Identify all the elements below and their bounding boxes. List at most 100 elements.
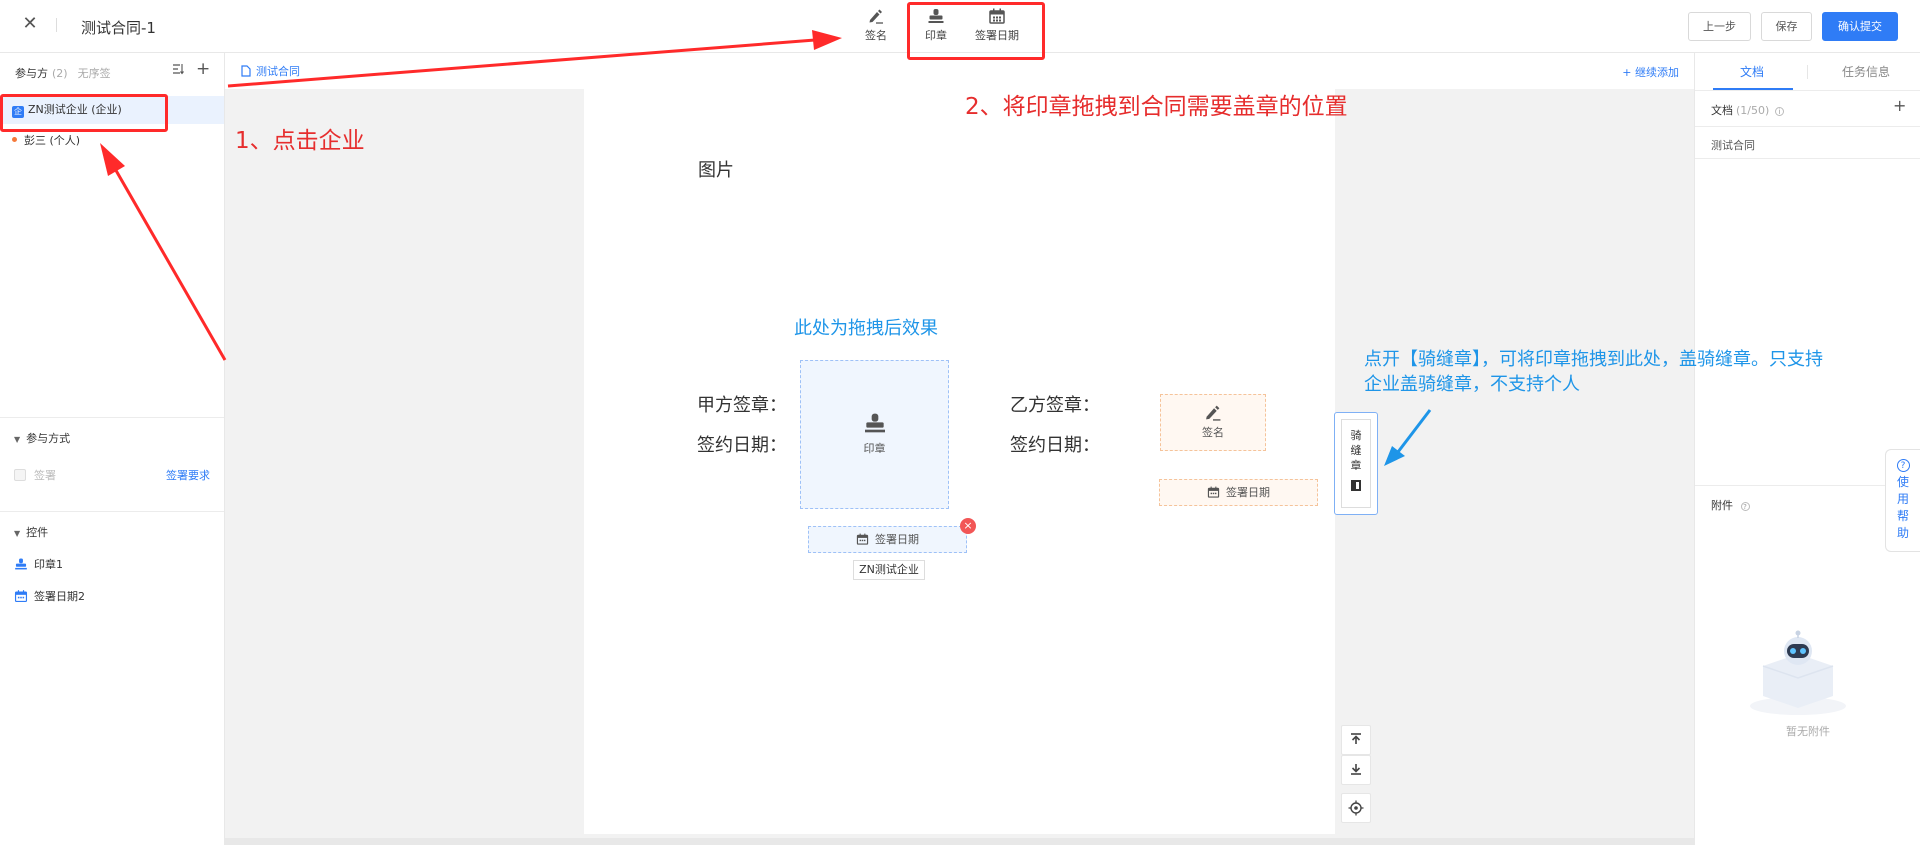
document-list-item[interactable]: 测试合同 — [1711, 137, 1755, 153]
participants-header: 参与方 (2) 无序签 — [15, 65, 111, 81]
info-icon: i — [1774, 107, 1784, 116]
riding-seal-char: 缝 — [1350, 444, 1362, 457]
party-b-date-label: 签约日期： — [1010, 435, 1100, 456]
status-dot-icon — [12, 137, 17, 142]
add-more-button[interactable]: + 继续添加 — [1622, 64, 1679, 80]
pen-icon — [1206, 405, 1221, 421]
divider — [1807, 65, 1808, 79]
calendar-icon — [14, 590, 28, 603]
prev-step-button[interactable]: 上一步 — [1688, 12, 1751, 41]
pen-icon — [869, 9, 883, 24]
mode-item-label: 签署 — [34, 469, 56, 482]
annotation-drag-effect: 此处为拖拽后效果 — [794, 318, 938, 339]
add-participant-icon[interactable]: + — [196, 59, 210, 79]
control-item-label: 签署日期2 — [34, 590, 85, 603]
divider — [0, 511, 224, 512]
sign-checkbox[interactable] — [14, 469, 26, 481]
documents-count: (1/50) — [1736, 104, 1770, 117]
divider — [1695, 158, 1920, 159]
seal-icon — [864, 413, 885, 433]
placed-seal-field[interactable]: 印章 — [800, 360, 949, 509]
tab-document[interactable]: 文档 — [1740, 63, 1764, 80]
annotation-box-tools — [907, 2, 1045, 60]
locate-icon — [1348, 800, 1364, 816]
date-field-label: 签署日期 — [1226, 486, 1270, 499]
party-b-seal-label: 乙方签章： — [1010, 395, 1100, 416]
date-field-label: 签署日期 — [875, 533, 919, 546]
document-tab[interactable]: 测试合同 — [241, 63, 300, 79]
scroll-bottom-button[interactable] — [1341, 755, 1371, 785]
add-document-icon[interactable]: + — [1893, 96, 1906, 115]
mode-section-label: 参与方式 — [26, 432, 71, 445]
caret-down-icon: ▼ — [14, 435, 21, 444]
picture-label: 图片 — [698, 160, 734, 181]
expand-icon — [1351, 480, 1361, 491]
save-button[interactable]: 保存 — [1761, 12, 1812, 41]
party-a-seal-label: 甲方签章： — [697, 395, 787, 416]
help-char: 助 — [1896, 526, 1909, 540]
placed-date-field-a[interactable]: 签署日期 — [808, 526, 967, 553]
tab-task-info[interactable]: 任务信息 — [1842, 63, 1890, 80]
date-field-b[interactable]: 签署日期 — [1159, 479, 1318, 506]
contract-page: 图片 甲方签章： 签约日期： 乙方签章： 签约日期： 印章 签署日期 × ZN测… — [584, 89, 1335, 834]
annotation-step1: 1、点击企业 — [235, 128, 365, 154]
riding-seal-char: 骑 — [1350, 429, 1362, 442]
sort-icon[interactable] — [172, 63, 184, 79]
seal-field-label: 印章 — [863, 442, 886, 455]
annotation-box-enterprise — [0, 94, 168, 132]
annotation-riding-tip-line: 企业盖骑缝章，不支持个人 — [1364, 374, 1580, 395]
right-panel: 文档 任务信息 文档 (1/50) i + 测试合同 附件 ? 暂无附件 — [1694, 53, 1920, 845]
empty-attachments-text: 暂无附件 — [1786, 725, 1830, 738]
mode-section-title[interactable]: ▼ 参与方式 — [14, 430, 70, 446]
remove-field-icon[interactable]: × — [960, 518, 976, 534]
document-canvas: 测试合同 + 继续添加 图片 甲方签章： 签约日期： 乙方签章： 签约日期： 印… — [225, 53, 1694, 845]
help-button[interactable]: ? 使 用 帮 助 — [1885, 449, 1920, 552]
divider — [0, 417, 224, 418]
page-title: 测试合同-1 — [81, 19, 156, 37]
attachments-label: 附件 — [1711, 499, 1733, 512]
mode-row: 签署 签署要求 — [14, 467, 210, 483]
scroll-top-icon — [1351, 733, 1361, 744]
sign-requirement-link[interactable]: 签署要求 — [166, 467, 210, 483]
riding-seal-char: 章 — [1350, 459, 1362, 472]
annotation-riding-tip: 点开【骑缝章】，可将印章拖拽到此处，盖骑缝章。只支持 企业盖骑缝章，不支持个人 — [1364, 347, 1823, 397]
file-icon — [241, 65, 251, 77]
document-tab-label: 测试合同 — [256, 65, 300, 78]
participants-label: 参与方 — [15, 67, 48, 80]
left-panel: 参与方 (2) 无序签 + 企 ZN测试企业 (企业) 彭三 (个人) ▼ 参与方式 签… — [0, 53, 225, 845]
locate-button[interactable] — [1341, 793, 1371, 823]
participants-count: (2) — [52, 67, 68, 80]
company-name-tag: ZN测试企业 — [853, 560, 925, 580]
divider — [56, 18, 57, 32]
help-char: 使 — [1896, 475, 1909, 489]
help-char: 帮 — [1896, 509, 1909, 523]
documents-header: 文档 (1/50) i — [1711, 102, 1784, 118]
close-icon[interactable]: ✕ — [21, 15, 39, 33]
divider — [1695, 126, 1920, 127]
horizontal-scrollbar[interactable] — [225, 838, 1694, 845]
riding-seal-button[interactable]: 骑 缝 章 — [1341, 419, 1371, 508]
empty-robot-illustration — [1750, 630, 1846, 715]
riding-seal-panel: 骑 缝 章 — [1334, 412, 1378, 515]
annotation-step2: 2、将印章拖拽到合同需要盖章的位置 — [965, 94, 1348, 120]
help-icon: ? — [1740, 502, 1750, 511]
controls-section-title[interactable]: ▼ 控件 — [14, 524, 48, 540]
help-char: 用 — [1896, 492, 1909, 506]
seal-icon — [15, 558, 27, 570]
party-a-date-label: 签约日期： — [697, 435, 787, 456]
scroll-top-button[interactable] — [1341, 725, 1371, 755]
sign-tool-label: 签名 — [865, 29, 887, 42]
order-label: 无序签 — [77, 67, 111, 80]
control-item-label: 印章1 — [34, 558, 63, 571]
party-label: 彭三 (个人) — [24, 134, 81, 147]
sign-field[interactable]: 签名 — [1160, 394, 1266, 451]
controls-section-label: 控件 — [26, 526, 49, 539]
attachments-header: 附件 ? — [1711, 497, 1750, 513]
annotation-riding-tip-line: 点开【骑缝章】，可将印章拖拽到此处，盖骑缝章。只支持 — [1364, 349, 1823, 370]
control-item-sign-date[interactable]: 签署日期2 — [14, 588, 85, 604]
divider — [1695, 90, 1920, 91]
confirm-submit-button[interactable]: 确认提交 — [1822, 12, 1898, 41]
scroll-bottom-icon — [1351, 764, 1361, 775]
control-item-seal[interactable]: 印章1 — [14, 556, 63, 572]
sign-field-label: 签名 — [1202, 426, 1224, 439]
